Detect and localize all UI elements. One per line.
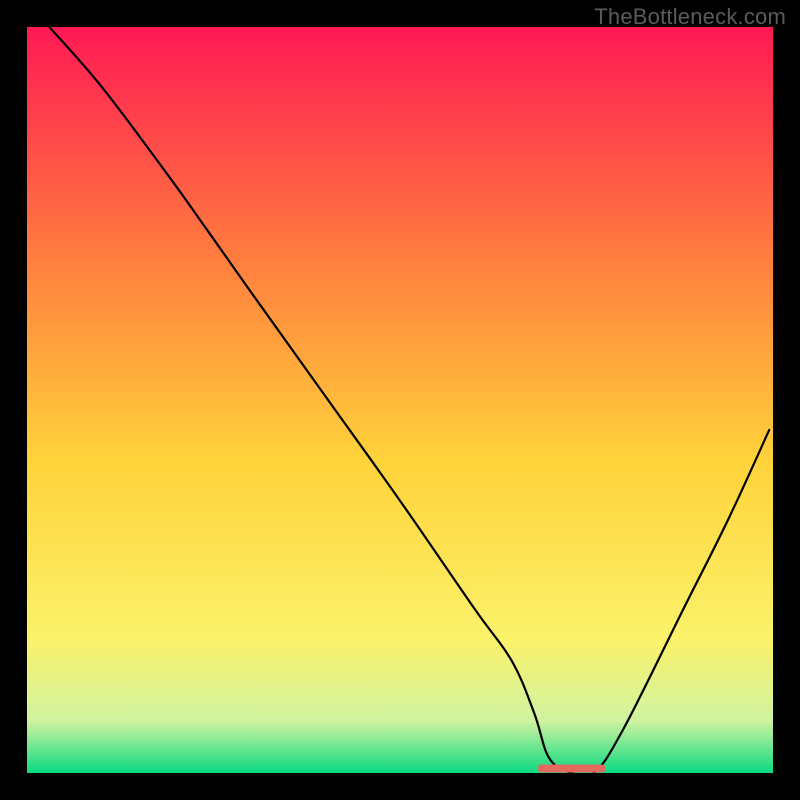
gradient-background [27, 27, 773, 773]
watermark-text: TheBottleneck.com [594, 4, 786, 30]
chart-container: { "watermark": "TheBottleneck.com", "cha… [0, 0, 800, 800]
bottleneck-chart [0, 0, 800, 800]
minimum-marker [538, 765, 605, 773]
plot-area [14, 14, 787, 787]
